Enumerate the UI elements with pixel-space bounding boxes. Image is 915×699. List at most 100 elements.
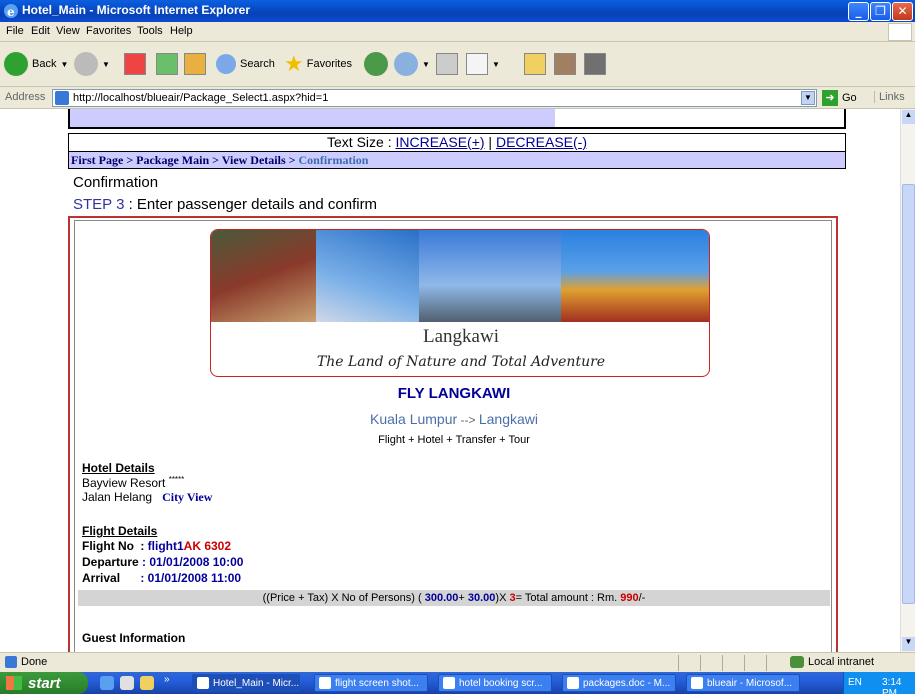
scroll-up-icon[interactable]: ▲ xyxy=(902,110,915,124)
price-plus: + xyxy=(458,592,468,604)
folder-quicklaunch-icon[interactable] xyxy=(140,676,154,690)
menu-help[interactable]: Help xyxy=(170,25,193,37)
menu-favorites[interactable]: Favorites xyxy=(86,25,131,37)
flight-no-value: flight1 xyxy=(147,539,184,553)
close-button[interactable]: ✕ xyxy=(892,2,913,21)
flight-no-sep: : xyxy=(137,539,148,553)
star-icon: ★ xyxy=(284,51,304,76)
back-label: Back xyxy=(32,58,57,70)
hotel-view: City View xyxy=(162,490,213,504)
route-to: Langkawi xyxy=(478,411,538,427)
banner-destination: Langkawi xyxy=(423,326,499,347)
menu-edit[interactable]: Edit xyxy=(31,25,50,37)
status-text: Done xyxy=(21,656,48,668)
status-divider xyxy=(678,655,679,671)
research-button[interactable] xyxy=(554,48,576,80)
status-divider xyxy=(722,655,723,671)
total-value: 990 xyxy=(620,592,639,604)
taskbar-item-flight[interactable]: flight screen shot... xyxy=(314,674,428,692)
mail-button[interactable]: ▼ xyxy=(394,48,430,80)
browser-window: e Hotel_Main - Microsoft Internet Explor… xyxy=(0,0,915,699)
status-divider xyxy=(700,655,701,671)
chevron-right-icon[interactable]: » xyxy=(164,674,178,688)
forward-arrow-icon xyxy=(74,52,98,76)
menu-tools[interactable]: Tools xyxy=(137,25,163,37)
language-indicator[interactable]: EN xyxy=(848,677,862,688)
print-button[interactable] xyxy=(436,48,458,80)
menu-view[interactable]: View xyxy=(56,25,80,37)
home-icon xyxy=(184,53,206,75)
go-button[interactable]: ➜ Go xyxy=(822,90,857,106)
messenger-icon xyxy=(584,53,606,75)
page-done-icon xyxy=(5,656,17,668)
favorites-button[interactable]: ★ Favorites xyxy=(284,48,352,80)
scroll-thumb[interactable] xyxy=(902,184,915,604)
menu-file[interactable]: File xyxy=(6,25,24,37)
flight-no-label: Flight No xyxy=(82,539,134,553)
stop-button[interactable] xyxy=(124,48,146,80)
zone-text: Local intranet xyxy=(808,656,875,668)
refresh-icon xyxy=(156,53,178,75)
security-zone: Local intranet xyxy=(790,656,874,668)
page-viewport: Text Size : INCREASE(+) | DECREASE(-) Fi… xyxy=(0,109,900,652)
hotel-address-text: Jalan Helang xyxy=(82,490,153,504)
windows-flag-icon xyxy=(6,676,22,690)
text-size-label: Text Size : xyxy=(327,134,396,150)
history-icon xyxy=(364,52,388,76)
back-button[interactable]: Back ▼ xyxy=(4,48,68,80)
task-label: flight screen shot... xyxy=(335,677,419,689)
status-divider xyxy=(744,655,745,671)
clock: 3:14 PM xyxy=(882,677,902,699)
guest-heading: Guest Information xyxy=(82,631,186,645)
breadcrumb-current: Confirmation xyxy=(298,153,369,167)
route-arrow: --> xyxy=(457,413,479,427)
folder-button[interactable] xyxy=(524,48,546,80)
history-button[interactable] xyxy=(364,48,392,80)
breadcrumb-path[interactable]: First Page > Package Main > View Details… xyxy=(71,153,298,167)
banner-photos xyxy=(211,230,709,322)
minimize-button[interactable]: _ xyxy=(848,2,869,21)
messenger-quicklaunch-icon[interactable] xyxy=(120,676,134,690)
step-number: STEP 3 xyxy=(73,196,125,213)
scroll-down-icon[interactable]: ▼ xyxy=(902,637,915,651)
taskbar-item-blueair[interactable]: blueair - Microsof... xyxy=(686,674,800,692)
edit-button[interactable]: ▼ xyxy=(466,48,500,80)
start-button[interactable]: start xyxy=(0,672,88,694)
departure-row: Departure : 01/01/2008 10:00 xyxy=(82,555,243,569)
tower-photo xyxy=(316,230,419,322)
flight-code: AK 6302 xyxy=(183,539,232,553)
hotel-name: Bayview Resort ***** xyxy=(82,475,184,490)
taskbar-item-hotel-booking[interactable]: hotel booking scr... xyxy=(438,674,552,692)
task-label: hotel booking scr... xyxy=(459,677,543,689)
address-dropdown-icon[interactable]: ▼ xyxy=(801,91,815,105)
search-button[interactable]: Search xyxy=(216,48,275,80)
text-size-separator: | xyxy=(484,134,496,150)
refresh-button[interactable] xyxy=(156,48,178,80)
vertical-scrollbar[interactable]: ▲ ▼ xyxy=(900,109,915,652)
home-button[interactable] xyxy=(184,48,206,80)
flight-heading: Flight Details xyxy=(82,524,158,538)
increase-text-link[interactable]: INCREASE(+) xyxy=(395,134,484,150)
header-band xyxy=(68,109,846,129)
links-button[interactable]: Links xyxy=(874,91,905,103)
decrease-text-link[interactable]: DECREASE(-) xyxy=(496,134,587,150)
toolbar: Back ▼ ▼ Search ★ Favorites ▼ ▼ xyxy=(0,42,915,87)
total-label: = Total amount : Rm. xyxy=(515,592,621,604)
maximize-button[interactable]: ❐ xyxy=(870,2,891,21)
word-icon xyxy=(567,677,579,689)
step-heading: STEP 3 : Enter passenger details and con… xyxy=(73,196,377,213)
address-input[interactable]: http://localhost/blueair/Package_Select1… xyxy=(52,89,817,107)
status-bar: Done Local intranet xyxy=(0,652,915,672)
address-label: Address xyxy=(5,91,46,103)
price-formula: ((Price + Tax) X No of Persons) ( xyxy=(262,592,425,604)
messenger-button[interactable] xyxy=(584,48,606,80)
status-divider xyxy=(766,655,767,671)
taskbar-item-hotel-main[interactable]: Hotel_Main - Micr... xyxy=(192,674,300,692)
window-title: Hotel_Main - Microsoft Internet Explorer xyxy=(22,3,251,17)
vs-icon xyxy=(691,677,703,689)
ie-quicklaunch-icon[interactable] xyxy=(100,676,114,690)
hotel-address: Jalan Helang City View xyxy=(82,490,212,505)
taskbar-item-packages[interactable]: packages.doc - M... xyxy=(562,674,676,692)
forward-button[interactable]: ▼ xyxy=(74,48,110,80)
banner-slogan: The Land of Nature and Total Adventure xyxy=(316,354,606,370)
